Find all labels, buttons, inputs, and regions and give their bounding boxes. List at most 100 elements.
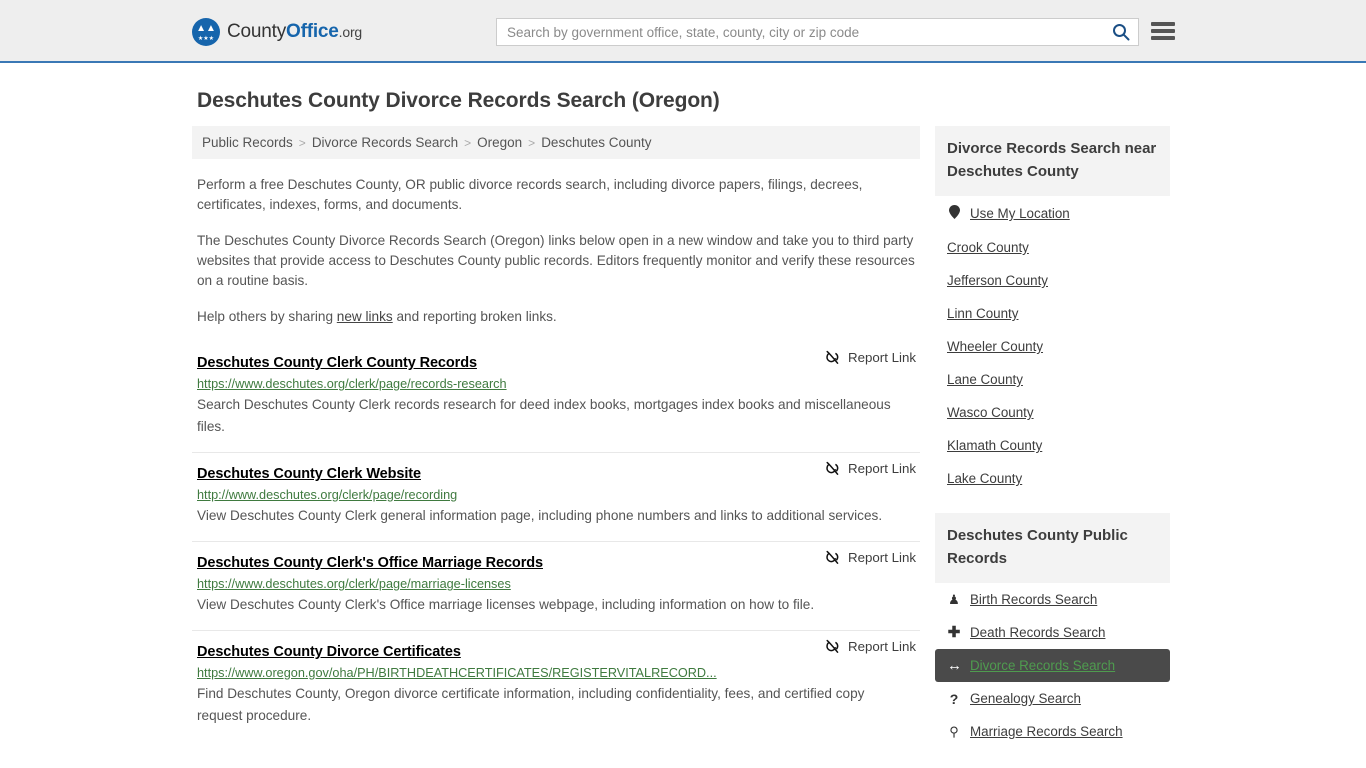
nearby-county-link[interactable]: Lane County [947,372,1023,387]
public-records-panel-heading: Deschutes County Public Records [935,513,1170,583]
sidebar: Divorce Records Search near Deschutes Co… [935,126,1170,766]
nearby-county-link[interactable]: Use My Location [970,206,1070,221]
report-link-label: Report Link [848,550,916,565]
nearby-county-link[interactable]: Wasco County [947,405,1034,420]
result-description: Find Deschutes County, Oregon divorce ce… [197,686,865,723]
public-records-link[interactable]: Marriage Records Search [970,724,1123,739]
result-url[interactable]: https://www.oregon.gov/oha/PH/BIRTHDEATH… [197,666,920,680]
result-description: View Deschutes County Clerk general info… [197,508,883,523]
brand-part-county: County [227,21,287,42]
public-records-link[interactable]: Divorce Records Search [970,658,1115,673]
nearby-county-item[interactable]: Wheeler County [935,330,1170,363]
nearby-county-link[interactable]: Klamath County [947,438,1042,453]
nearby-county-item[interactable]: Lane County [935,363,1170,396]
public-records-item[interactable]: ↔ Divorce Records Search [935,649,1170,682]
public-records-link[interactable]: Birth Records Search [970,592,1097,607]
child-icon: ♟ [948,591,960,607]
result-url[interactable]: http://www.deschutes.org/clerk/page/reco… [197,488,920,502]
cross-icon: ✚ [947,623,961,641]
map-pin-icon [947,205,961,222]
report-link-label: Report Link [848,639,916,654]
breadcrumb: Public Records > Divorce Records Search > Or… [192,126,920,159]
public-records-list: ♟ Birth Records Search ✚ Death Records Sear… [935,583,1170,748]
nearby-county-item[interactable]: Wasco County [935,396,1170,429]
result-url[interactable]: https://www.deschutes.org/clerk/page/mar… [197,577,920,591]
public-records-item[interactable]: ⚲ Marriage Records Search [935,715,1170,748]
intro-text: Perform a free Deschutes County, OR publ… [192,175,920,327]
breadcrumb-item-4: Deschutes County [541,135,652,150]
result-description: Search Deschutes County Clerk records re… [197,397,891,434]
hamburger-menu-button[interactable] [1151,20,1175,42]
broken-link-icon [826,550,839,564]
nearby-county-item[interactable]: Crook County [935,231,1170,264]
new-links-link[interactable]: new links [337,309,393,324]
breadcrumb-item-3[interactable]: Oregon [477,135,522,150]
nearby-county-item[interactable]: Use My Location [935,196,1170,231]
broken-link-icon [826,639,839,653]
hamburger-menu-icon-bar-2 [1151,29,1175,33]
breadcrumb-item-2[interactable]: Divorce Records Search [312,135,458,150]
breadcrumb-separator: > [528,135,536,150]
breadcrumb-separator: > [298,135,306,150]
brand-part-office: Office [286,21,339,42]
site-header: ▲▲ ★★★ CountyOffice.org [0,0,1366,63]
result-description: View Deschutes County Clerk's Office mar… [197,597,815,612]
stars-icon: ★★★ [197,36,215,42]
county-office-emblem-icon: ▲▲ ★★★ [192,18,220,46]
male-female-icon: ⚲ [949,723,959,739]
question-mark-icon: ? [949,690,959,707]
report-link-button[interactable]: Report Link [824,461,916,476]
report-link-button[interactable]: Report Link [824,550,916,565]
report-link-button[interactable]: Report Link [824,350,916,365]
main-content: Public Records > Divorce Records Search > Or… [192,126,920,741]
intro-paragraph-1: Perform a free Deschutes County, OR publ… [197,177,863,212]
breadcrumb-separator: > [464,135,472,150]
result-item: Deschutes County Clerk County Records Rep… [192,350,920,452]
result-item: Deschutes County Clerk Website Report Lin… [192,452,920,541]
eagle-icon: ▲▲ [196,23,216,34]
brand-part-tld: .org [338,24,363,40]
hamburger-menu-icon-bar-3 [1151,36,1175,40]
broken-link-icon [826,461,839,475]
content-columns: Public Records > Divorce Records Search > Or… [192,126,1174,766]
result-item: Deschutes County Clerk's Office Marriage… [192,541,920,630]
search-button[interactable] [1104,19,1138,45]
nearby-county-link[interactable]: Wheeler County [947,339,1043,354]
nearby-county-item[interactable]: Linn County [935,297,1170,330]
nearby-county-link[interactable]: Jefferson County [947,273,1048,288]
intro-paragraph-2: The Deschutes County Divorce Records Sea… [197,233,915,288]
intro-paragraph-3: Help others by sharing new links and rep… [197,307,915,327]
result-title-link[interactable]: Deschutes County Clerk County Records [197,355,477,371]
site-logo[interactable]: ▲▲ ★★★ CountyOffice.org [192,18,362,46]
page-title: Deschutes County Divorce Records Search … [197,89,720,112]
nearby-county-item[interactable]: Jefferson County [935,264,1170,297]
intro-p3-after: and reporting broken links. [392,309,557,324]
result-title-link[interactable]: Deschutes County Clerk's Office Marriage… [197,555,543,571]
intro-p3-before: Help others by sharing [197,309,337,324]
nearby-county-link[interactable]: Lake County [947,471,1022,486]
public-records-item[interactable]: ♟ Birth Records Search [935,583,1170,616]
nearby-panel-heading: Divorce Records Search near Deschutes Co… [935,126,1170,196]
public-records-item[interactable]: ? Genealogy Search [935,682,1170,715]
left-right-arrow-icon: ↔ [947,656,962,674]
hamburger-menu-icon-bar-1 [1151,22,1175,26]
public-records-item[interactable]: ✚ Death Records Search [935,616,1170,649]
public-records-link[interactable]: Genealogy Search [970,691,1081,706]
public-records-link[interactable]: Death Records Search [970,625,1105,640]
results-list: Deschutes County Clerk County Records Rep… [192,350,920,741]
report-link-button[interactable]: Report Link [824,639,916,654]
broken-link-icon [826,350,839,364]
result-url[interactable]: https://www.deschutes.org/clerk/page/rec… [197,377,920,391]
search-bar[interactable] [496,18,1139,46]
result-title-link[interactable]: Deschutes County Divorce Certificates [197,644,461,660]
page-container: Deschutes County Divorce Records Search … [0,89,1366,766]
result-title-link[interactable]: Deschutes County Clerk Website [197,466,421,482]
nearby-county-link[interactable]: Linn County [947,306,1018,321]
nearby-county-list: Use My Location Crook County Jefferson Cou… [935,196,1170,495]
nearby-county-link[interactable]: Crook County [947,240,1029,255]
breadcrumb-item-1[interactable]: Public Records [202,135,293,150]
nearby-county-item[interactable]: Lake County [935,462,1170,495]
brand-wordmark: CountyOffice.org [227,21,362,43]
nearby-county-item[interactable]: Klamath County [935,429,1170,462]
search-input[interactable] [497,19,1104,45]
